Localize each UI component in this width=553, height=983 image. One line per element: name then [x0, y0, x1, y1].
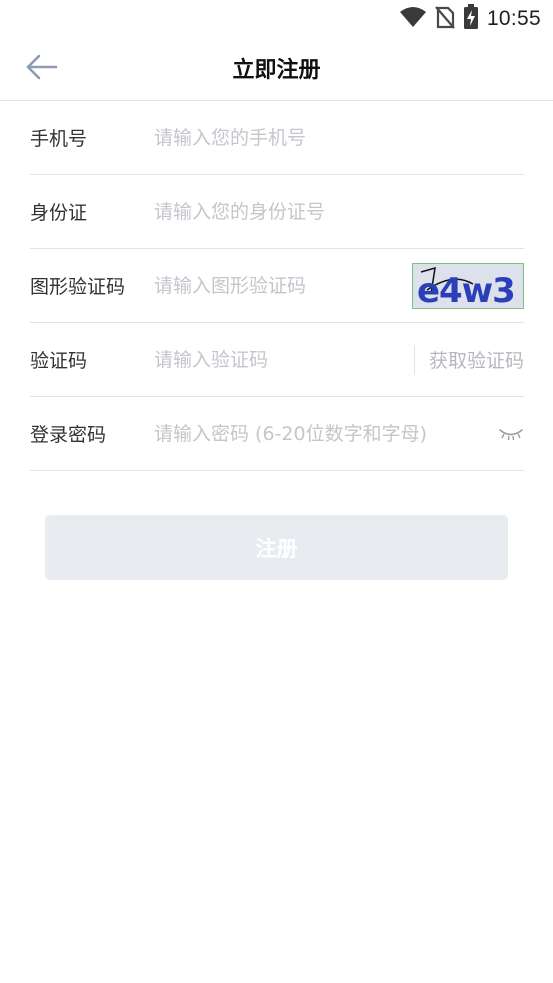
svg-text:e4w3: e4w3	[417, 271, 515, 308]
phone-input[interactable]	[154, 117, 524, 158]
register-button[interactable]: 注册	[45, 515, 508, 580]
register-form: 手机号 身份证 图形验证码 e4w3 验证码 获取验证码 登录密码	[30, 101, 524, 471]
status-icons: 10:55	[399, 4, 541, 34]
phone-row: 手机号	[30, 101, 524, 175]
wifi-icon	[399, 6, 427, 32]
no-sim-icon	[435, 5, 455, 33]
status-bar: 10:55	[0, 0, 553, 38]
captcha-image[interactable]: e4w3	[412, 262, 524, 309]
image-captcha-input[interactable]	[154, 265, 404, 306]
password-row: 登录密码	[30, 397, 524, 471]
header: 立即注册	[0, 38, 553, 101]
battery-charging-icon	[463, 4, 479, 34]
page-title: 立即注册	[232, 58, 321, 83]
sms-code-row: 验证码 获取验证码	[30, 323, 524, 397]
id-card-input[interactable]	[154, 191, 524, 232]
sms-divider	[413, 344, 415, 375]
image-captcha-label: 图形验证码	[30, 276, 126, 298]
id-card-row: 身份证	[30, 175, 524, 249]
sms-code-input[interactable]	[154, 339, 408, 380]
get-sms-code-button[interactable]: 获取验证码	[429, 346, 524, 373]
status-time: 10:55	[486, 7, 541, 30]
image-captcha-row: 图形验证码 e4w3	[30, 249, 524, 323]
password-label: 登录密码	[30, 424, 107, 446]
phone-label: 手机号	[30, 128, 88, 150]
sms-code-label: 验证码	[30, 350, 88, 372]
id-card-label: 身份证	[30, 202, 88, 224]
eye-closed-icon[interactable]	[498, 424, 524, 444]
password-input[interactable]	[154, 413, 498, 454]
